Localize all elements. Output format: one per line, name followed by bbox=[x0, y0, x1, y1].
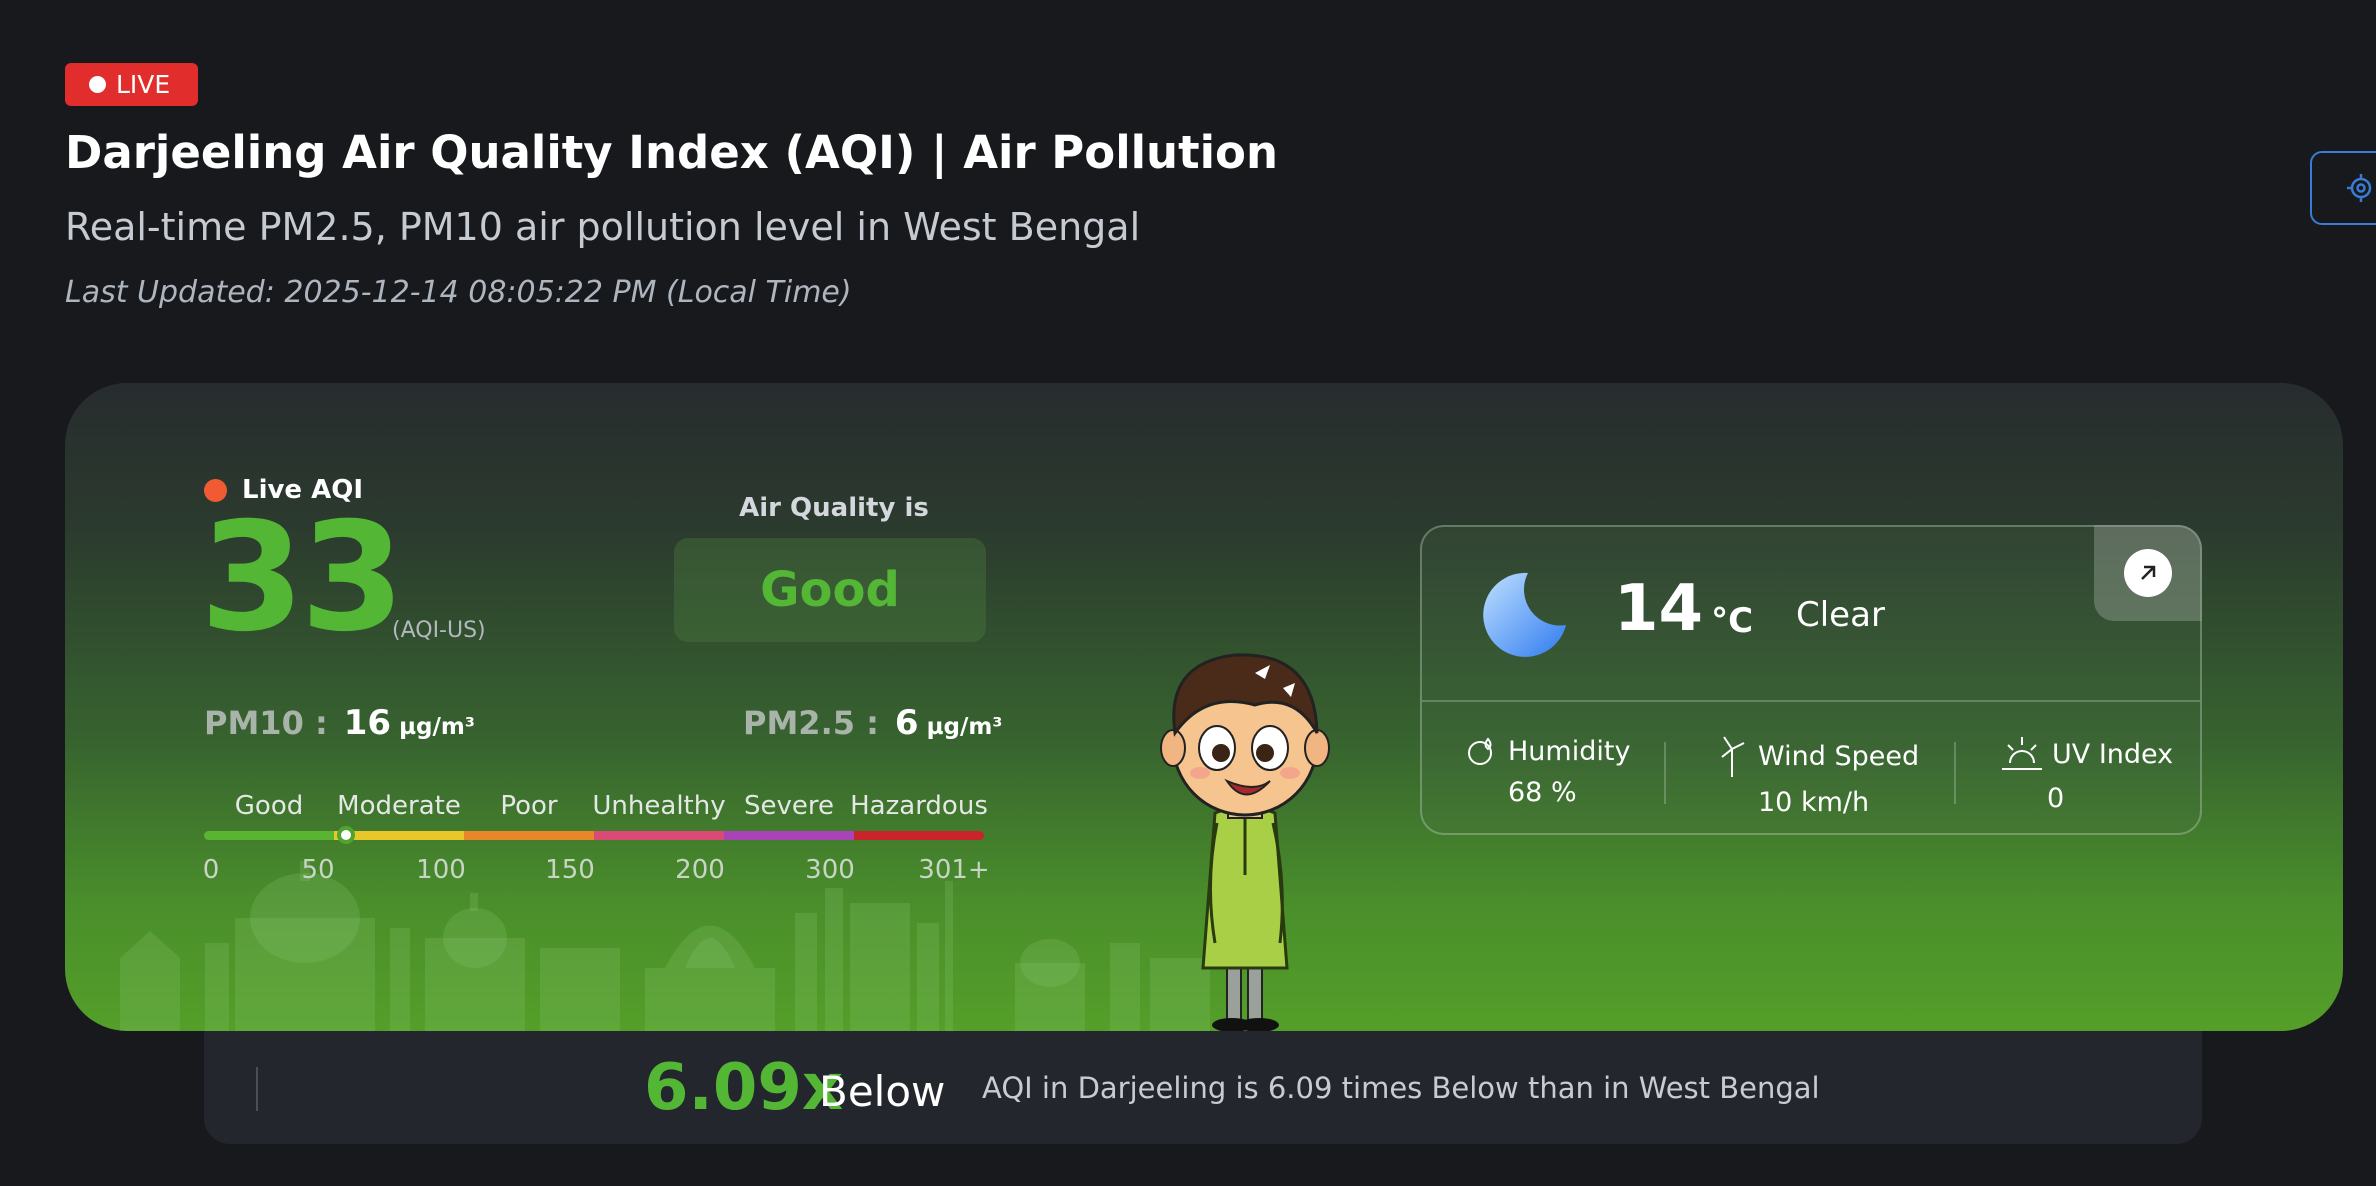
pm25-reading: PM2.5 : 6 µg/m³ bbox=[743, 703, 1002, 743]
scale-segment-unhealthy bbox=[594, 831, 724, 840]
humidity-value: 68 % bbox=[1508, 777, 1577, 808]
air-quality-status-box: Good bbox=[674, 538, 986, 642]
weather-panel: 14 °C Clear Humidity 68 % Wind Speed 10 … bbox=[1420, 525, 2202, 835]
aqi-card: Live AQI 33 (AQI-US) Air Quality is Good… bbox=[65, 383, 2343, 1031]
page-title: Darjeeling Air Quality Index (AQI) | Air… bbox=[65, 126, 1278, 179]
scale-tick: 100 bbox=[416, 855, 466, 885]
aqi-unit: (AQI-US) bbox=[392, 618, 486, 643]
temperature: 14 °C bbox=[1614, 577, 1753, 641]
uv-index-stat: UV Index 0 bbox=[2002, 735, 2242, 814]
mascot-boy-illustration bbox=[1160, 653, 1330, 1031]
scale-label-hazardous: Hazardous bbox=[850, 791, 988, 821]
scale-segment-severe bbox=[724, 831, 854, 840]
pm25-unit: µg/m³ bbox=[926, 714, 1003, 740]
crescent-moon-icon bbox=[1483, 572, 1566, 657]
scale-label-severe: Severe bbox=[744, 791, 834, 821]
scale-segment-poor bbox=[464, 831, 594, 840]
page-subtitle: Real-time PM2.5, PM10 air pollution leve… bbox=[65, 205, 1141, 249]
uv-index-value: 0 bbox=[2047, 783, 2065, 814]
pm10-unit: µg/m³ bbox=[399, 714, 475, 740]
arrow-up-right-icon bbox=[2124, 549, 2172, 597]
scale-label-moderate: Moderate bbox=[337, 791, 461, 821]
pm25-value: 6 bbox=[894, 703, 919, 743]
wind-speed-stat: Wind Speed 10 km/h bbox=[1716, 735, 1956, 818]
uv-index-icon bbox=[2002, 737, 2042, 770]
pm10-value: 16 bbox=[343, 703, 392, 743]
comparison-strip: 6.09x Below AQI in Darjeeling is 6.09 ti… bbox=[204, 1031, 2202, 1144]
weather-condition: Clear bbox=[1796, 595, 1885, 635]
humidity-stat: Humidity 68 % bbox=[1466, 735, 1706, 808]
scale-tick: 150 bbox=[545, 855, 595, 885]
scale-label-good: Good bbox=[234, 791, 304, 821]
scale-tick: 50 bbox=[301, 855, 335, 885]
scale-segment-hazardous bbox=[854, 831, 984, 840]
scale-tick: 300 bbox=[805, 855, 855, 885]
comparison-divider bbox=[256, 1067, 258, 1111]
aqi-value: 33 bbox=[200, 491, 405, 665]
wind-speed-label: Wind Speed bbox=[1758, 740, 1920, 772]
aqi-scale-labels: Good Moderate Poor Unhealthy Severe Haza… bbox=[204, 791, 988, 827]
scale-tick: 0 bbox=[202, 855, 220, 885]
live-dot-icon bbox=[89, 76, 106, 93]
location-target-icon bbox=[2347, 174, 2372, 202]
comparison-direction: Below bbox=[819, 1067, 946, 1116]
aqi-scale-bar bbox=[204, 831, 984, 840]
comparison-ratio: 6.09x bbox=[644, 1051, 844, 1125]
locate-me-button[interactable] bbox=[2310, 151, 2376, 225]
temperature-value: 14 bbox=[1614, 572, 1704, 646]
air-quality-heading: Air Quality is bbox=[739, 493, 929, 523]
temperature-unit: °C bbox=[1711, 601, 1754, 641]
weather-summary: 14 °C Clear bbox=[1422, 527, 2200, 702]
humidity-icon bbox=[1468, 737, 1492, 765]
humidity-label: Humidity bbox=[1508, 735, 1631, 767]
comparison-text: AQI in Darjeeling is 6.09 times Below th… bbox=[982, 1071, 1820, 1105]
scale-segment-good bbox=[204, 831, 334, 840]
scale-tick: 200 bbox=[675, 855, 725, 885]
aqi-scale-ticks: 0 50 100 150 200 300 301+ bbox=[202, 855, 990, 889]
scale-label-poor: Poor bbox=[500, 791, 558, 821]
scale-tick: 301+ bbox=[918, 855, 990, 885]
weather-details-button[interactable] bbox=[2094, 525, 2202, 621]
pm25-label: PM2.5 : bbox=[743, 704, 879, 742]
air-quality-status: Good bbox=[760, 562, 900, 618]
pm10-label: PM10 : bbox=[204, 704, 328, 742]
last-updated: Last Updated: 2025-12-14 08:05:22 PM (Lo… bbox=[65, 275, 852, 310]
stat-divider bbox=[1664, 742, 1666, 804]
stat-divider bbox=[1954, 742, 1956, 804]
scale-label-unhealthy: Unhealthy bbox=[592, 791, 726, 821]
wind-icon bbox=[1721, 736, 1745, 777]
live-badge: LIVE bbox=[65, 63, 198, 106]
pm10-reading: PM10 : 16 µg/m³ bbox=[204, 703, 475, 743]
wind-speed-value: 10 km/h bbox=[1758, 787, 1870, 818]
aqi-scale-indicator bbox=[337, 826, 355, 844]
live-label: LIVE bbox=[116, 70, 171, 99]
uv-index-label: UV Index bbox=[2052, 738, 2174, 770]
